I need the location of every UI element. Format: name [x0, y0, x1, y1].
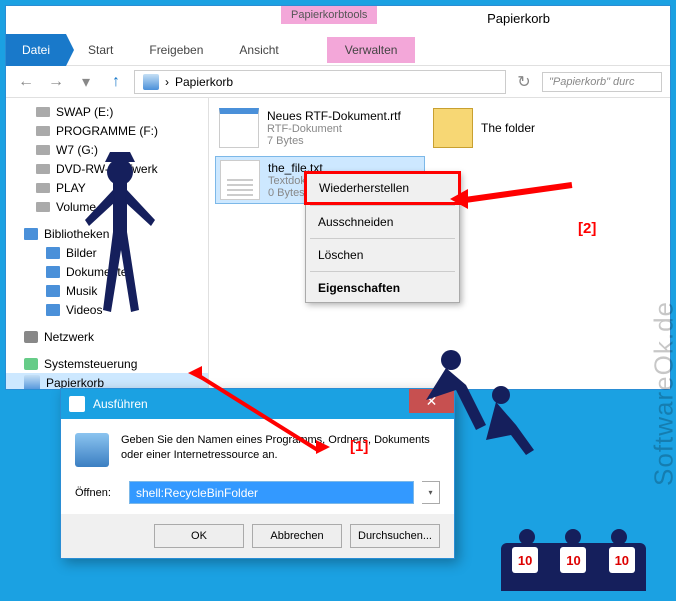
file-item[interactable]: The folder — [429, 104, 639, 152]
arrow-head-icon — [316, 440, 330, 454]
library-icon — [24, 228, 38, 240]
file-item[interactable]: Neues RTF-Dokument.rtfRTF-Dokument7 Byte… — [215, 104, 425, 152]
ribbon-start-tab[interactable]: Start — [70, 37, 131, 63]
file-icon — [220, 160, 260, 200]
nav-dd-icon[interactable]: ▾ — [74, 70, 98, 94]
library-icon — [46, 247, 60, 259]
nav-item-label: Papierkorb — [46, 376, 104, 390]
figure-silhouette — [75, 150, 165, 330]
ribbon-tabs: Datei Start Freigeben Ansicht Verwalten — [6, 34, 670, 66]
drive-icon — [36, 202, 50, 212]
ctx-separator — [310, 271, 455, 272]
ribbon-view-tab[interactable]: Ansicht — [221, 37, 296, 63]
context-menu: Wiederherstellen Ausschneiden Löschen Ei… — [305, 172, 460, 303]
file-type: RTF-Dokument — [267, 123, 401, 135]
score-card: 10 — [609, 547, 635, 573]
nav-item-programme-f-[interactable]: PROGRAMME (F:) — [6, 121, 208, 140]
run-description: Geben Sie den Namen eines Programms, Ord… — [121, 433, 440, 467]
refresh-icon[interactable]: ↻ — [512, 70, 536, 94]
library-icon — [46, 304, 60, 316]
ctx-separator — [310, 238, 455, 239]
score-card: 10 — [512, 547, 538, 573]
file-size: 7 Bytes — [267, 135, 401, 147]
chevron-down-icon[interactable]: ▾ — [422, 481, 440, 504]
nav-item-label: PROGRAMME (F:) — [56, 124, 158, 138]
ctx-restore[interactable]: Wiederherstellen — [304, 171, 461, 205]
run-icon — [69, 396, 85, 412]
judge-head-icon — [519, 529, 535, 545]
file-name: Neues RTF-Dokument.rtf — [267, 109, 401, 123]
nav-back-icon[interactable]: ← — [14, 70, 38, 94]
run-title: Ausführen — [93, 397, 148, 411]
folder-icon — [433, 108, 473, 148]
ctx-delete[interactable]: Löschen — [306, 241, 459, 269]
drive-icon — [36, 183, 50, 193]
arrow-head-icon — [188, 366, 202, 380]
nav-item-label: Netzwerk — [44, 330, 94, 344]
ctx-separator — [310, 205, 455, 206]
nav-item-label: SWAP (E:) — [56, 105, 113, 119]
judge-table: 10 10 10 — [501, 543, 646, 591]
nav-up-icon[interactable]: ↑ — [104, 70, 128, 94]
address-bar: ← → ▾ ↑ › Papierkorb ↻ "Papierkorb" durc — [6, 66, 670, 98]
nav-item-systemsteuerung[interactable]: Systemsteuerung — [6, 354, 208, 373]
ctx-cut[interactable]: Ausschneiden — [306, 208, 459, 236]
ctx-properties[interactable]: Eigenschaften — [306, 274, 459, 302]
run-open-label: Öffnen: — [75, 487, 121, 499]
drive-icon — [36, 107, 50, 117]
ribbon-share-tab[interactable]: Freigeben — [131, 37, 221, 63]
cancel-button[interactable]: Abbrechen — [252, 524, 342, 548]
titlebar: Papierkorbtools Papierkorb — [6, 6, 670, 34]
score-card: 10 — [560, 547, 586, 573]
nav-item-swap-e-[interactable]: SWAP (E:) — [6, 102, 208, 121]
library-icon — [46, 266, 60, 278]
file-name: The folder — [481, 121, 535, 135]
nav-item-label: Systemsteuerung — [44, 357, 137, 371]
ribbon-file-tab[interactable]: Datei — [6, 34, 66, 66]
recycle-bin-icon — [143, 74, 159, 90]
drive-icon — [36, 164, 50, 174]
judge-head-icon — [565, 529, 581, 545]
drive-icon — [36, 126, 50, 136]
ribbon-tool-hint: Papierkorbtools — [281, 6, 377, 24]
arrow-head-icon — [450, 189, 468, 209]
address-path[interactable]: › Papierkorb — [134, 70, 506, 94]
file-icon — [219, 108, 259, 148]
nav-fwd-icon[interactable]: → — [44, 70, 68, 94]
network-icon — [24, 331, 38, 343]
search-input[interactable]: "Papierkorb" durc — [542, 72, 662, 92]
control-panel-icon — [24, 358, 38, 370]
nav-item-papierkorb[interactable]: Papierkorb — [6, 373, 208, 389]
library-icon — [46, 285, 60, 297]
run-big-icon — [75, 433, 109, 467]
annotation-label-1: [1] — [350, 438, 368, 455]
judge-head-icon — [611, 529, 627, 545]
window-title: Papierkorb — [487, 11, 550, 26]
ok-button[interactable]: OK — [154, 524, 244, 548]
recycle-bin-icon — [24, 375, 40, 390]
annotation-label-2: [2] — [578, 220, 596, 237]
figure-silhouette — [416, 340, 536, 460]
ribbon-manage-tab[interactable]: Verwalten — [327, 37, 416, 63]
run-input[interactable] — [129, 481, 414, 504]
browse-button[interactable]: Durchsuchen... — [350, 524, 440, 548]
drive-icon — [36, 145, 50, 155]
path-text: Papierkorb — [175, 75, 233, 89]
